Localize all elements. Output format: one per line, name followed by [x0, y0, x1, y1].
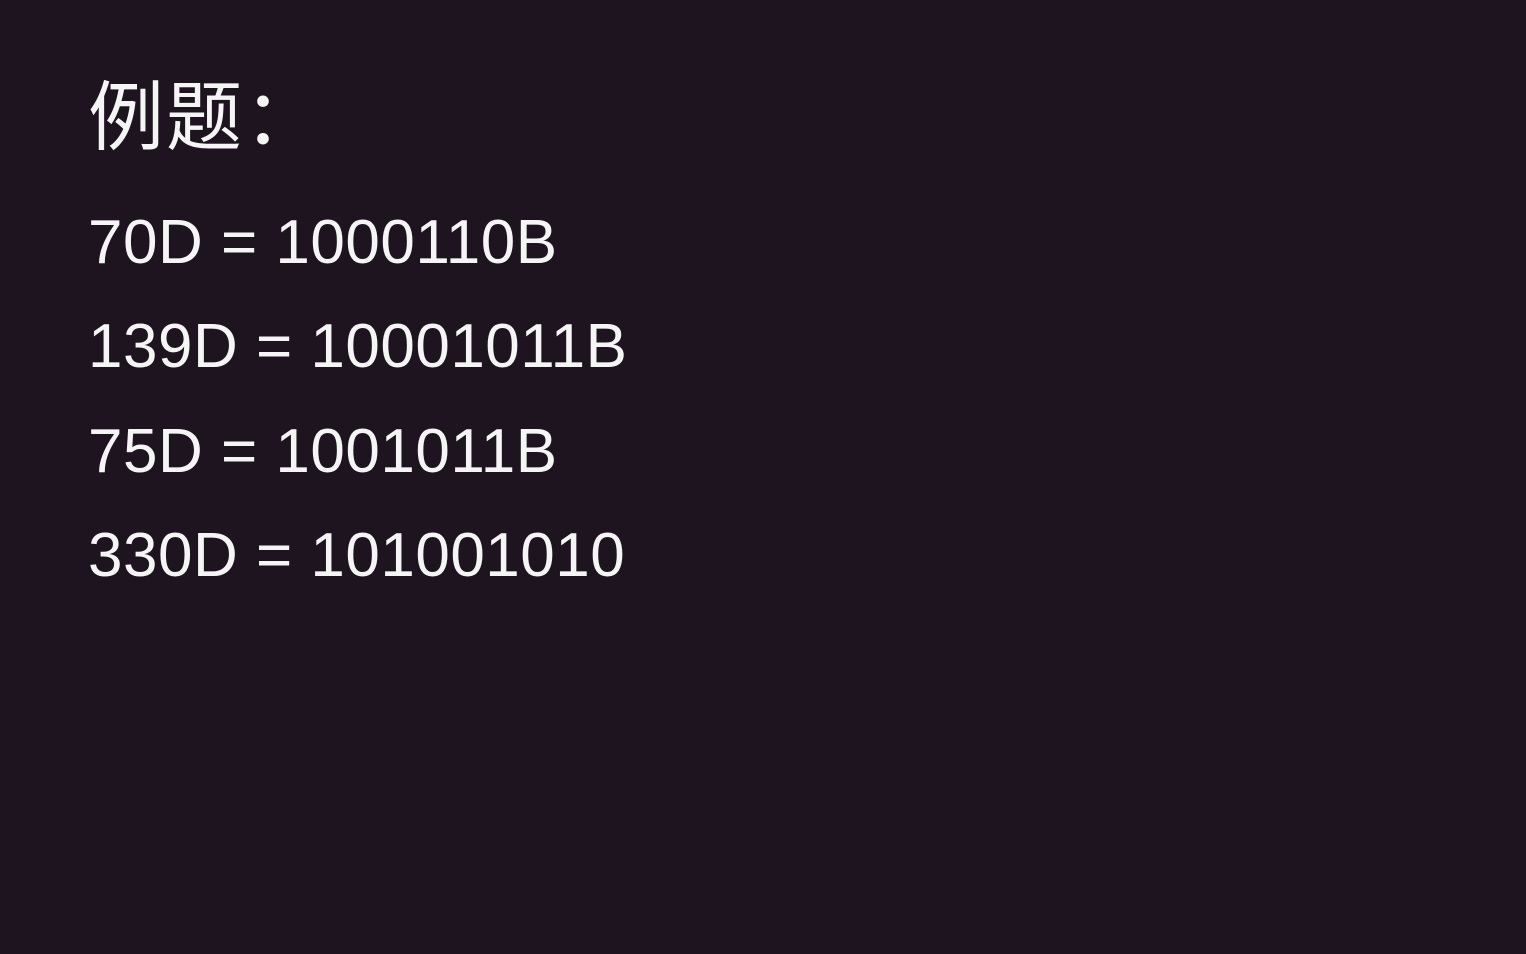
decimal-value: 75D — [88, 417, 203, 486]
decimal-value: 330D — [88, 521, 238, 590]
example-row: 70D = 1000110B — [88, 208, 1526, 277]
binary-value: 101001010 — [310, 521, 625, 590]
equals-sign: = — [256, 521, 310, 590]
equals-sign: = — [221, 208, 275, 277]
binary-value: 1000110B — [275, 208, 557, 277]
example-row: 330D = 101001010 — [88, 521, 1526, 590]
decimal-value: 70D — [88, 208, 203, 277]
example-row: 139D = 10001011B — [88, 312, 1526, 381]
equals-sign: = — [256, 312, 310, 381]
binary-value: 10001011B — [310, 312, 627, 381]
binary-value: 1001011B — [275, 417, 557, 486]
example-row: 75D = 1001011B — [88, 417, 1526, 486]
slide-title: 例题： — [88, 56, 1526, 166]
equals-sign: = — [221, 417, 275, 486]
decimal-value: 139D — [88, 312, 238, 381]
